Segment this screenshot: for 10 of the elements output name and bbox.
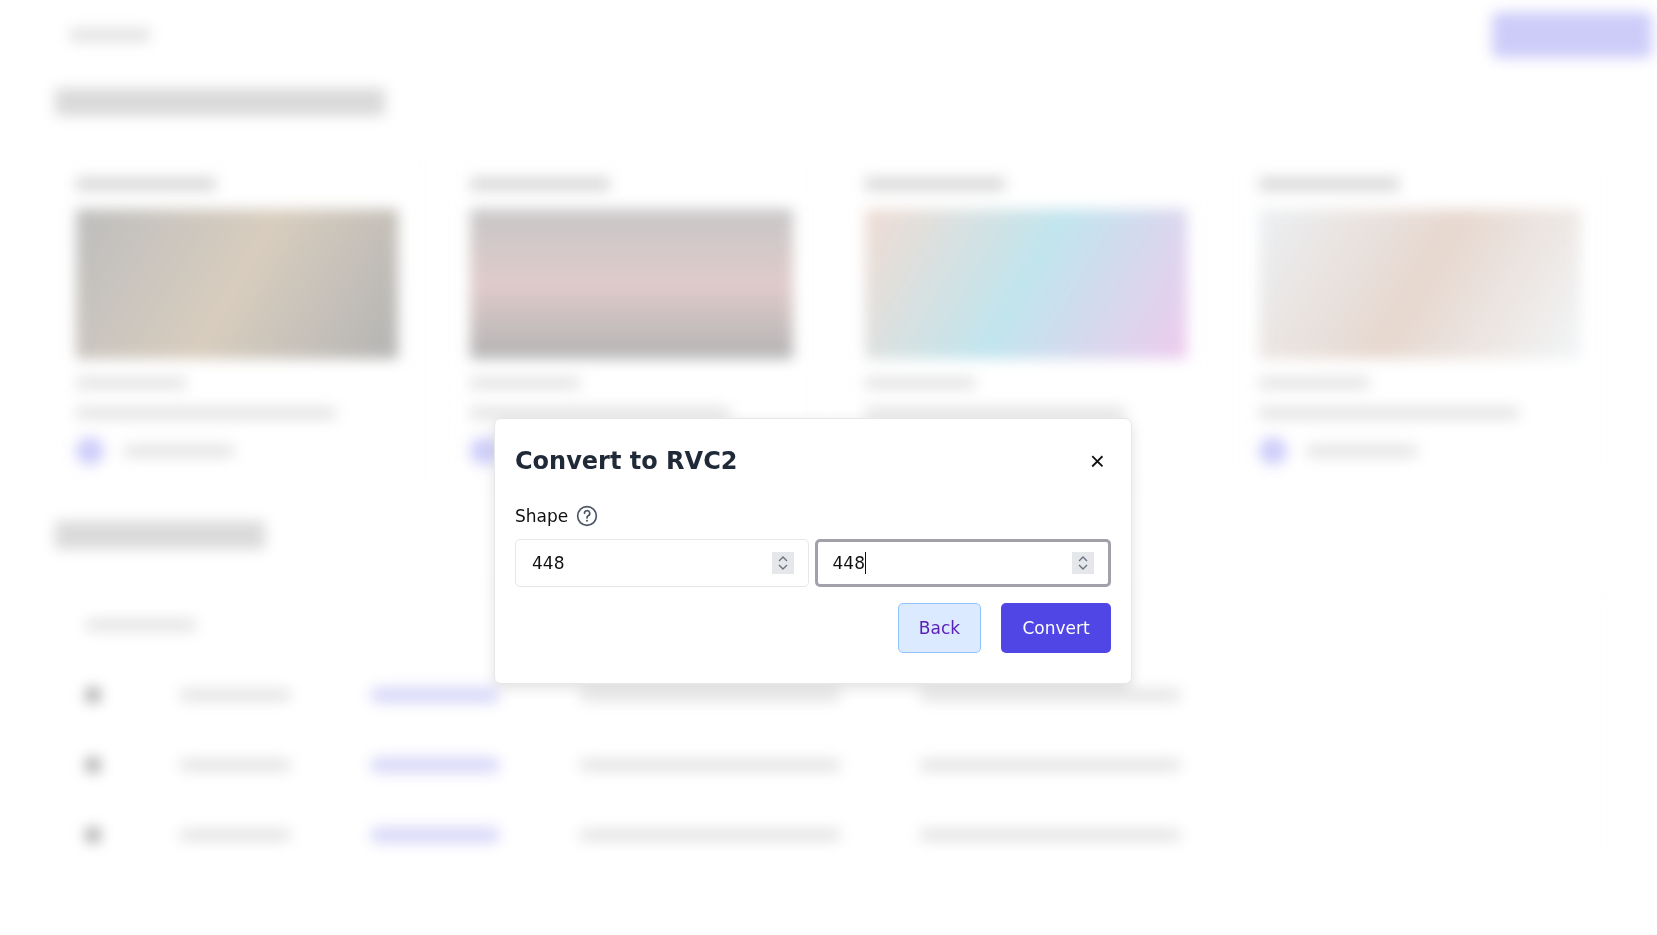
help-icon[interactable] bbox=[576, 505, 599, 527]
stepper-icon[interactable] bbox=[1072, 552, 1094, 574]
convert-button[interactable]: Convert bbox=[1001, 603, 1111, 653]
close-button[interactable]: × bbox=[1083, 448, 1111, 474]
shape-label: Shape bbox=[515, 506, 569, 526]
stepper-icon[interactable] bbox=[771, 552, 794, 574]
dialog-title: Convert to RVC2 bbox=[515, 447, 738, 475]
number-input-field[interactable]: 448 bbox=[814, 539, 1111, 587]
back-button[interactable]: Back bbox=[898, 603, 981, 653]
number-input-field[interactable]: 448 bbox=[515, 539, 809, 587]
